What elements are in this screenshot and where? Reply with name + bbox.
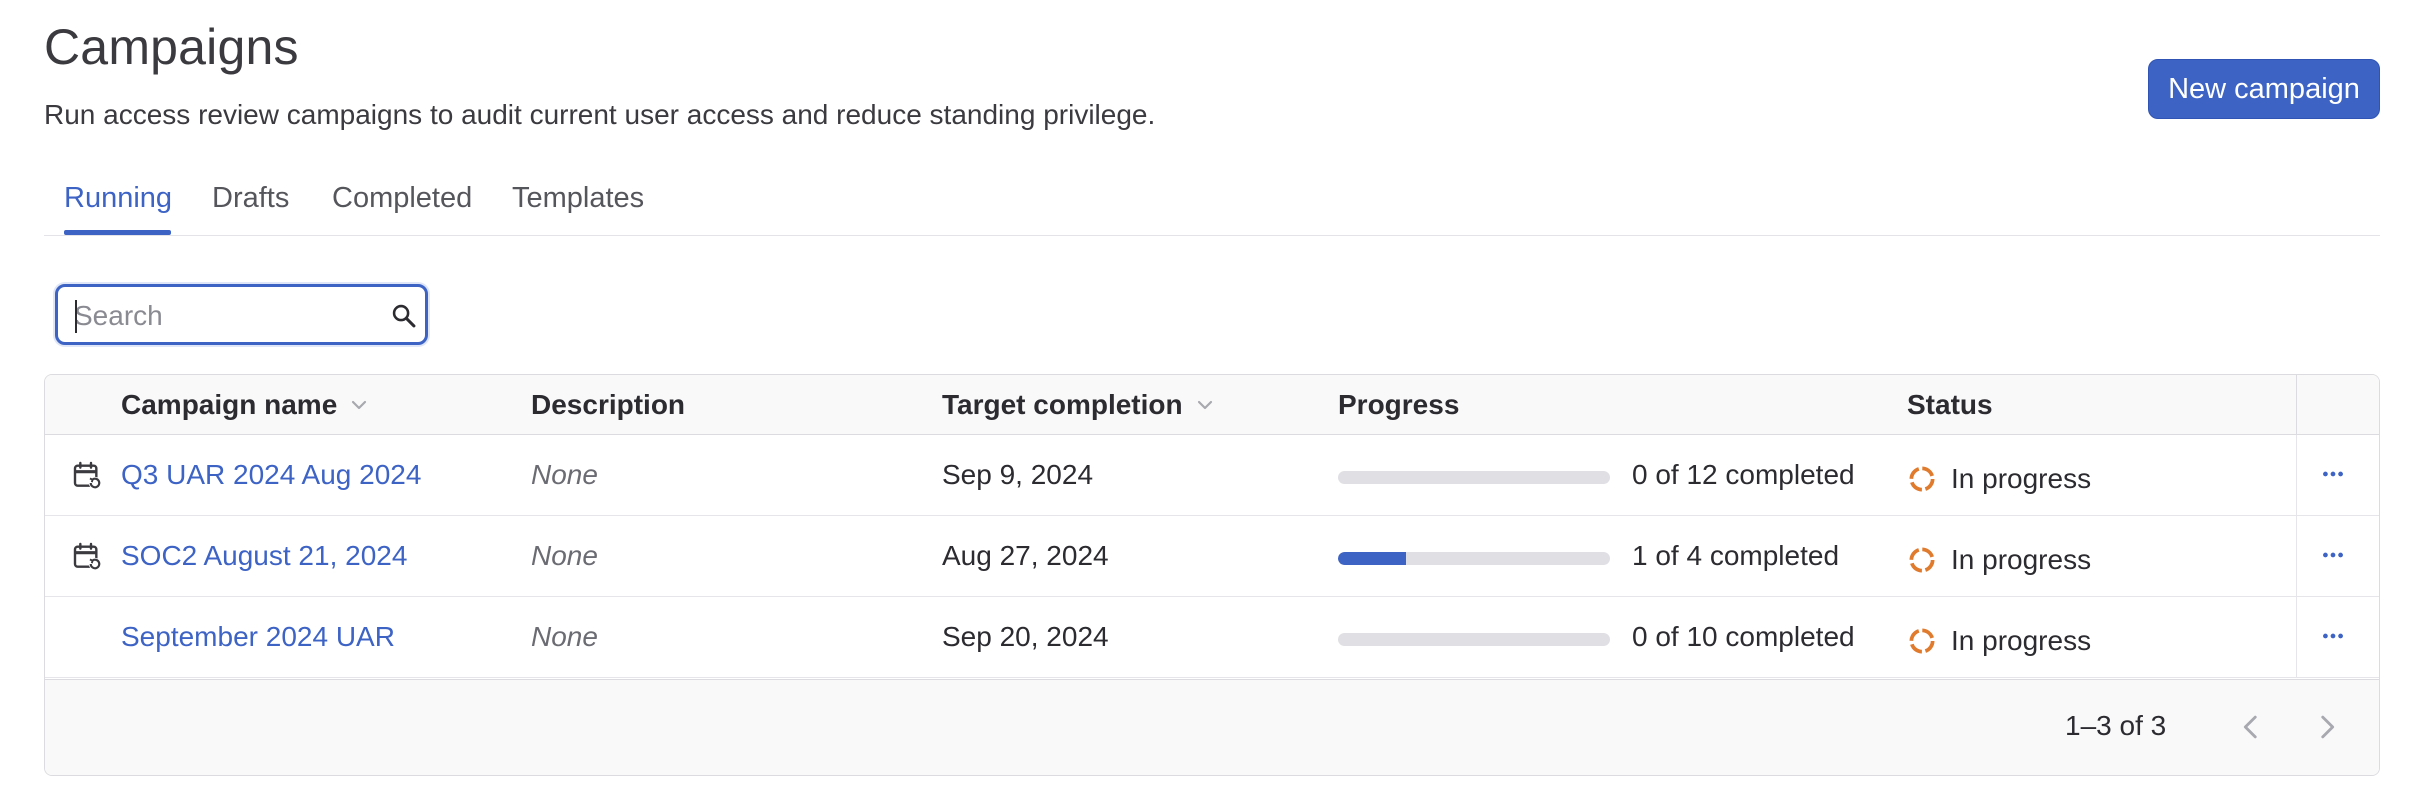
status-label: In progress [1951,463,2092,494]
column-header-label: Description [531,389,686,420]
search-box[interactable] [55,284,428,345]
progress-bar [1338,471,1610,484]
more-options-icon[interactable] [2320,623,2346,649]
more-options-icon[interactable] [2320,542,2346,568]
campaign-description: None [531,459,598,490]
column-header-status: Status [1907,389,1993,421]
campaign-description: None [531,540,598,571]
in-progress-status-icon [1909,628,1935,654]
tab-running[interactable]: Running [64,182,172,215]
page-title: Campaigns [44,19,299,75]
page-subtitle: Run access review campaigns to audit cur… [44,99,1156,130]
more-options-icon[interactable] [2320,461,2346,487]
progress-bar [1338,552,1610,565]
table-footer: 1–3 of 3 [45,679,2379,775]
column-header-label: Target completion [942,389,1183,420]
search-input[interactable] [74,299,374,333]
campaign-name-link[interactable]: September 2024 UAR [121,621,395,653]
table-row: Q3 UAR 2024 Aug 2024 None Sep 9, 2024 0 … [45,435,2379,516]
column-divider [2296,435,2297,515]
tab-bar: Running Drafts Completed Templates [44,170,2380,236]
active-tab-indicator [64,230,171,235]
column-header-description: Description [531,389,685,421]
chevron-right-icon[interactable] [2310,710,2344,744]
target-completion-date: Sep 9, 2024 [942,459,1094,490]
table-row: SOC2 August 21, 2024 None Aug 27, 2024 1… [45,516,2379,597]
progress-bar-fill [1338,552,1406,565]
pagination-range: 1–3 of 3 [2065,710,2167,741]
column-header-label: Progress [1338,389,1460,420]
chevron-left-icon[interactable] [2234,710,2268,744]
progress-text: 0 of 12 completed [1632,459,1855,490]
progress-text: 1 of 4 completed [1632,540,1840,571]
campaigns-table: Campaign name Description Target complet… [44,374,2380,776]
in-progress-status-icon [1909,466,1935,492]
status-label: In progress [1951,544,2092,575]
column-header-label: Campaign name [121,389,338,420]
table-row: September 2024 UAR None Sep 20, 2024 0 o… [45,597,2379,678]
column-header-label: Status [1907,389,1993,420]
campaign-name-link[interactable]: Q3 UAR 2024 Aug 2024 [121,459,421,491]
campaign-name-link[interactable]: SOC2 August 21, 2024 [121,540,407,572]
tab-templates[interactable]: Templates [512,182,644,215]
text-caret [75,300,77,333]
new-campaign-button[interactable]: New campaign [2148,59,2380,119]
tab-completed[interactable]: Completed [332,182,472,215]
column-header-progress: Progress [1338,389,1459,421]
status-label: In progress [1951,625,2092,656]
recurring-calendar-icon [73,542,102,571]
target-completion-date: Aug 27, 2024 [942,540,1109,571]
target-completion-date: Sep 20, 2024 [942,621,1109,652]
column-header-target-completion[interactable]: Target completion [942,389,1217,421]
search-icon[interactable] [390,302,418,330]
campaign-description: None [531,621,598,652]
column-divider [2296,516,2297,596]
progress-bar [1338,633,1610,646]
recurring-calendar-icon [73,461,102,490]
in-progress-status-icon [1909,547,1935,573]
column-divider [2296,375,2297,434]
tab-drafts[interactable]: Drafts [212,182,289,215]
column-divider [2296,597,2297,677]
chevron-down-icon[interactable] [347,393,371,417]
table-header: Campaign name Description Target complet… [45,375,2379,435]
column-header-campaign-name[interactable]: Campaign name [121,389,371,421]
chevron-down-icon[interactable] [1193,393,1217,417]
progress-text: 0 of 10 completed [1632,621,1855,652]
